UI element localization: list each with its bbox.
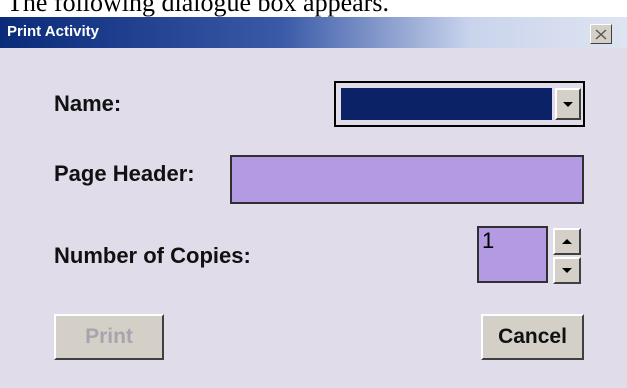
chevron-up-icon xyxy=(562,239,572,244)
title-bar: Print Activity xyxy=(0,17,627,48)
page-header-input[interactable] xyxy=(230,155,584,204)
name-label: Name: xyxy=(54,91,122,116)
copies-decrement-button[interactable] xyxy=(553,257,581,284)
close-icon xyxy=(595,28,607,40)
print-activity-dialog: Print Activity Name: Page Header: Number… xyxy=(0,17,627,388)
name-dropdown-field[interactable] xyxy=(341,88,552,120)
caption-text: The following dialogue box appears. xyxy=(7,0,389,17)
copies-input[interactable]: 1 xyxy=(477,226,548,283)
print-button[interactable]: Print xyxy=(54,314,164,360)
cancel-button[interactable]: Cancel xyxy=(481,314,584,360)
copies-increment-button[interactable] xyxy=(553,228,581,255)
close-button[interactable] xyxy=(590,24,612,44)
name-dropdown-arrow-button[interactable] xyxy=(555,88,581,120)
dialog-title: Print Activity xyxy=(7,23,99,40)
chevron-down-icon xyxy=(562,268,572,273)
page-header-label: Page Header: xyxy=(54,161,195,186)
name-dropdown[interactable] xyxy=(334,81,585,127)
copies-label: Number of Copies: xyxy=(54,243,251,268)
chevron-down-icon xyxy=(563,101,573,107)
copies-value: 1 xyxy=(482,228,495,253)
